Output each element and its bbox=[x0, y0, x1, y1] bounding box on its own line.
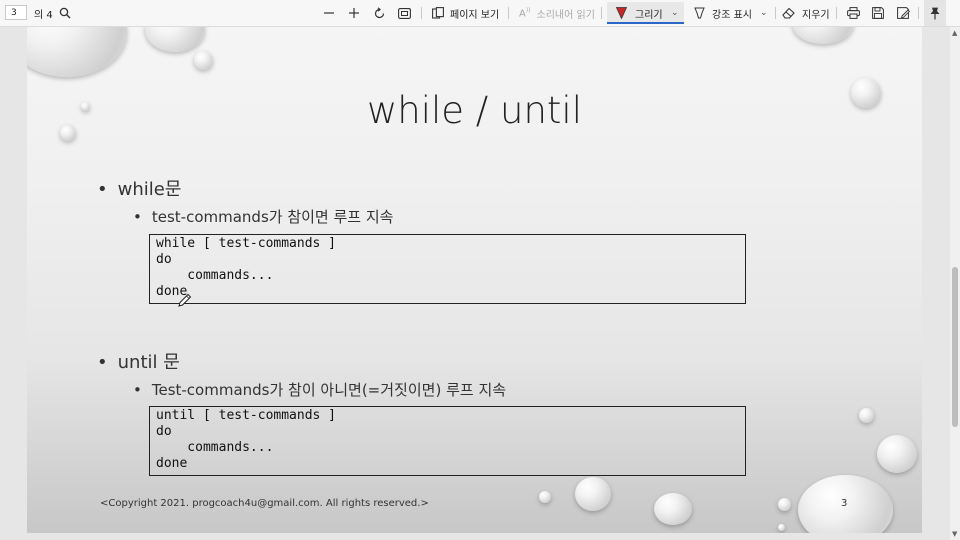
page-view-icon bbox=[432, 7, 444, 19]
water-drop-decoration bbox=[877, 435, 917, 473]
search-icon[interactable] bbox=[59, 0, 71, 26]
bullet-dot: • bbox=[133, 381, 142, 399]
slide-page-number: 3 bbox=[841, 498, 848, 509]
read-aloud-label: 소리내어 읽기 bbox=[536, 9, 595, 21]
zoom-out-icon[interactable] bbox=[323, 0, 335, 26]
bullet-dot: • bbox=[133, 208, 142, 226]
water-drop-decoration bbox=[575, 477, 611, 511]
sub-bullet-while: • test-commands가 참이면 루프 지속 bbox=[133, 206, 393, 227]
scrollbar-thumb[interactable] bbox=[952, 267, 958, 427]
sub-bullet-until-text: Test-commands가 참이 아니면(=거짓이면) 루프 지속 bbox=[151, 381, 507, 399]
sub-bullet-while-text: test-commands가 참이면 루프 지속 bbox=[151, 208, 394, 226]
water-drop-decoration bbox=[859, 408, 874, 423]
pen-cursor-icon bbox=[178, 292, 192, 311]
code-line: do bbox=[156, 424, 172, 439]
water-drop-decoration bbox=[194, 51, 213, 70]
page-number-input[interactable]: 3 bbox=[5, 5, 27, 20]
draw-icon bbox=[616, 7, 627, 19]
highlight-options-chevron-down-icon[interactable]: ⌄ bbox=[760, 0, 768, 26]
slide-title: while / until bbox=[367, 89, 582, 132]
bullet-while-text: while문 bbox=[117, 179, 182, 200]
draw-button[interactable]: 그리기 bbox=[616, 0, 663, 26]
highlight-button[interactable]: 강조 표시 bbox=[694, 0, 752, 26]
erase-icon bbox=[782, 7, 795, 19]
code-line: until [ test-commands ] bbox=[156, 408, 337, 423]
save-icon[interactable] bbox=[872, 0, 884, 26]
code-line: commands... bbox=[156, 268, 274, 283]
erase-button[interactable]: 지우기 bbox=[782, 0, 830, 26]
highlight-label: 강조 표시 bbox=[712, 9, 752, 21]
water-drop-decoration bbox=[778, 524, 785, 531]
bullet-dot: • bbox=[97, 179, 108, 200]
code-line: done bbox=[156, 456, 188, 471]
slide-footer: <Copyright 2021. progcoach4u@gmail.com. … bbox=[100, 498, 429, 509]
water-drop-decoration bbox=[778, 498, 791, 511]
bullet-until-text: until 문 bbox=[117, 352, 180, 373]
code-box-until: until [ test-commands ] do commands... d… bbox=[149, 406, 746, 476]
code-line: done bbox=[156, 284, 188, 299]
code-box-while: while [ test-commands ] do commands... d… bbox=[149, 234, 746, 304]
erase-label: 지우기 bbox=[802, 9, 830, 21]
water-drop-decoration bbox=[654, 493, 692, 525]
vertical-scrollbar[interactable]: ▲ ▼ bbox=[950, 27, 960, 540]
zoom-in-icon[interactable] bbox=[348, 0, 360, 26]
draw-label: 그리기 bbox=[635, 9, 663, 21]
water-drop-decoration bbox=[145, 27, 205, 52]
bullet-dot: • bbox=[97, 352, 108, 373]
code-line: while [ test-commands ] bbox=[156, 236, 337, 251]
fit-page-icon[interactable] bbox=[398, 0, 411, 26]
bullet-while: • while문 bbox=[97, 175, 181, 201]
rotate-icon[interactable] bbox=[373, 0, 386, 26]
pin-icon[interactable] bbox=[924, 0, 946, 26]
print-icon[interactable] bbox=[847, 0, 860, 26]
water-drop-decoration bbox=[792, 27, 854, 44]
scroll-up-arrow-icon[interactable]: ▲ bbox=[952, 29, 957, 37]
toolbar: 3 의 4 페이지 보기 A)) 소리내어 읽기 그리기 ⌄ 강조 표시 ⌄ 지… bbox=[0, 0, 960, 27]
highlight-icon bbox=[694, 7, 705, 19]
page-total-label: 의 4 bbox=[34, 9, 53, 21]
slide-page: while / until • while문 • test-commands가 참이… bbox=[27, 27, 922, 533]
bullet-until: • until 문 bbox=[97, 348, 180, 374]
read-aloud-icon: A)) bbox=[519, 6, 531, 20]
read-aloud-button[interactable]: A)) 소리내어 읽기 bbox=[519, 0, 595, 26]
water-drop-decoration bbox=[27, 27, 127, 77]
page-view-button[interactable]: 페이지 보기 bbox=[432, 0, 499, 26]
water-drop-decoration bbox=[539, 491, 551, 503]
save-as-icon[interactable] bbox=[897, 0, 910, 26]
page-view-label: 페이지 보기 bbox=[450, 9, 500, 21]
draw-options-chevron-down-icon[interactable]: ⌄ bbox=[671, 0, 679, 26]
code-line: commands... bbox=[156, 440, 274, 455]
sub-bullet-until: • Test-commands가 참이 아니면(=거짓이면) 루프 지속 bbox=[133, 379, 506, 400]
code-line: do bbox=[156, 252, 172, 267]
scroll-down-arrow-icon[interactable]: ▼ bbox=[952, 530, 957, 538]
